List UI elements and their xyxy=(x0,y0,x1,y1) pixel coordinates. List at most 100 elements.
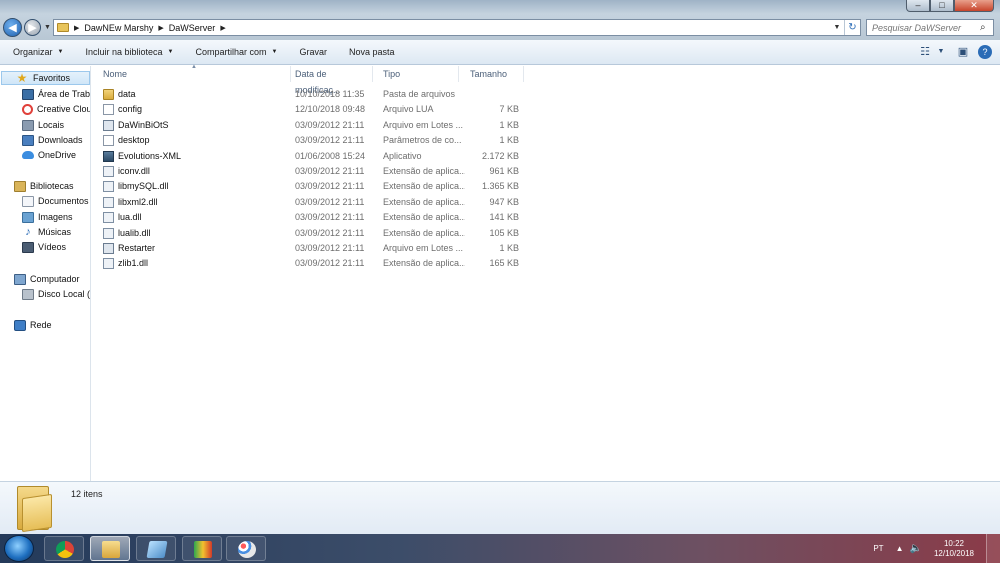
address-bar[interactable]: ▶ DawNEw Marshy ▶ DaWServer ▶ ▼ ↻ xyxy=(53,19,861,36)
file-row[interactable]: Evolutions-XML 01/06/2008 15:24 Aplicativo… xyxy=(92,149,522,164)
burn-label: Gravar xyxy=(299,47,327,57)
taskbar-explorer-button[interactable] xyxy=(90,536,130,561)
nav-onedrive[interactable]: OneDrive xyxy=(0,148,76,162)
column-header-size[interactable]: Tamanho xyxy=(459,66,524,82)
clock[interactable]: 10:22 12/10/2018 xyxy=(934,539,974,559)
nav-images[interactable]: Imagens xyxy=(0,210,73,224)
back-arrow-icon: ◀ xyxy=(8,22,17,34)
file-row[interactable]: DaWinBiOtS 03/09/2012 21:11 Arquivo em Lot… xyxy=(92,118,522,133)
nav-network[interactable]: Rede xyxy=(0,318,52,332)
nav-label: Downloads xyxy=(38,135,83,145)
file-row[interactable]: Restarter 03/09/2012 21:11 Arquivo em Lote… xyxy=(92,241,522,256)
new-folder-button[interactable]: Nova pasta xyxy=(336,47,404,57)
file-row[interactable]: zlib1.dll 03/09/2012 21:11 Extensão de apl… xyxy=(92,256,522,271)
close-button[interactable]: ✕ xyxy=(954,0,994,12)
view-options-icon[interactable]: ☷ xyxy=(918,45,932,59)
nav-label: Rede xyxy=(30,320,52,330)
taskbar-app-button[interactable] xyxy=(136,536,176,561)
file-row[interactable]: data 10/10/2018 11:35 Pasta de arquivos xyxy=(92,87,522,102)
nav-favorites[interactable]: ★ Favoritos xyxy=(1,71,90,85)
nav-documents[interactable]: Documentos xyxy=(0,194,89,208)
chevron-down-icon: ▼ xyxy=(57,49,64,55)
documents-icon xyxy=(22,195,34,207)
file-type: Arquivo LUA xyxy=(383,104,434,115)
search-input[interactable] xyxy=(872,22,980,33)
file-date: 03/09/2012 21:11 xyxy=(295,258,365,269)
help-icon[interactable]: ? xyxy=(978,45,992,59)
file-row[interactable]: lua.dll 03/09/2012 21:11 Extensão de aplic… xyxy=(92,210,522,225)
burn-button[interactable]: Gravar xyxy=(286,47,336,57)
volume-icon[interactable]: 🔈 xyxy=(910,543,922,554)
file-date: 12/10/2018 09:48 xyxy=(295,104,366,115)
nav-label: Favoritos xyxy=(33,73,71,83)
include-library-button[interactable]: Incluir na biblioteca ▼ xyxy=(72,47,182,57)
search-box[interactable]: ⌕ xyxy=(866,19,994,36)
file-name: lualib.dll xyxy=(118,227,151,238)
organize-menu-button[interactable]: Organizar ▼ xyxy=(0,47,72,57)
nav-videos[interactable]: Vídeos xyxy=(0,240,66,254)
show-hidden-icons-icon[interactable]: ▲ xyxy=(896,544,904,553)
folder-icon xyxy=(17,486,57,533)
show-desktop-button[interactable] xyxy=(986,534,1000,563)
back-button[interactable]: ◀ xyxy=(3,18,22,37)
nav-computer[interactable]: Computador xyxy=(0,272,80,286)
file-explorer-icon xyxy=(102,541,120,558)
file-row[interactable]: libxml2.dll 03/09/2012 21:11 Extensão de a… xyxy=(92,195,522,210)
file-row[interactable]: iconv.dll 03/09/2012 21:11 Extensão de apl… xyxy=(92,164,522,179)
minimize-button[interactable]: – xyxy=(906,0,930,12)
file-type: Extensão de aplica... xyxy=(383,212,465,223)
breadcrumb-separator-icon[interactable]: ▶ xyxy=(158,24,163,32)
file-size: 1 KB xyxy=(499,135,519,146)
file-name-cell: Evolutions-XML xyxy=(103,149,288,164)
batch-file-icon xyxy=(103,243,114,254)
share-with-button[interactable]: Compartilhar com ▼ xyxy=(182,47,286,57)
file-list: ▲ Nome Data de modificaç... Tipo Tamanho… xyxy=(92,64,1000,481)
file-row[interactable]: config 12/10/2018 09:48 Arquivo LUA 7 KB xyxy=(92,102,522,117)
taskbar-paint-button[interactable] xyxy=(226,536,266,561)
file-row[interactable]: lualib.dll 03/09/2012 21:11 Extensão de ap… xyxy=(92,226,522,241)
nav-music[interactable]: ♪ Músicas xyxy=(0,225,71,239)
images-icon xyxy=(22,211,34,223)
breadcrumb-dawnew-marshy[interactable]: DawNEw Marshy xyxy=(84,23,153,33)
refresh-icon[interactable]: ↻ xyxy=(844,20,860,35)
nav-label: Imagens xyxy=(38,212,73,222)
breadcrumb-dawserver[interactable]: DaWServer xyxy=(169,23,216,33)
file-name-cell: config xyxy=(103,102,288,117)
system-tray: PT ▲ 🔈 10:22 12/10/2018 xyxy=(873,534,1000,563)
file-size: 961 KB xyxy=(489,166,519,176)
nav-creative-cloud[interactable]: Creative Clou xyxy=(0,102,90,116)
include-library-label: Incluir na biblioteca xyxy=(85,47,163,57)
file-row[interactable]: desktop 03/09/2012 21:11 Parâmetros de co.… xyxy=(92,133,522,148)
file-name: data xyxy=(118,89,136,99)
column-header-date[interactable]: Data de modificaç... xyxy=(284,66,373,95)
breadcrumb-separator-icon[interactable]: ▶ xyxy=(220,24,225,32)
chrome-icon xyxy=(56,541,74,558)
taskbar-chrome-button[interactable] xyxy=(44,536,84,561)
forward-button[interactable]: ▶ xyxy=(24,19,41,36)
nav-label: Documentos xyxy=(38,196,89,206)
taskbar-game-button[interactable] xyxy=(182,536,222,561)
navigation-pane: ★ Favoritos Área de Traba Creative Clou L… xyxy=(0,66,91,481)
recent-pages-dropdown-icon[interactable]: ▼ xyxy=(44,24,51,31)
search-icon[interactable]: ⌕ xyxy=(980,22,986,33)
nav-places[interactable]: Locais xyxy=(0,118,64,132)
file-type: Extensão de aplica... xyxy=(383,196,465,207)
file-row[interactable]: libmySQL.dll 03/09/2012 21:11 Extensão de … xyxy=(92,179,522,194)
file-name: desktop xyxy=(118,135,150,146)
file-size: 7 KB xyxy=(499,104,519,115)
address-history-dropdown-icon[interactable]: ▼ xyxy=(830,24,844,31)
column-header-name[interactable]: Nome xyxy=(92,66,291,82)
nav-downloads[interactable]: Downloads xyxy=(0,133,83,147)
maximize-button[interactable]: □ xyxy=(930,0,954,12)
notepad-icon xyxy=(146,541,168,558)
nav-desktop[interactable]: Área de Traba xyxy=(0,87,90,101)
breadcrumb-separator-icon[interactable]: ▶ xyxy=(74,24,79,32)
view-dropdown-icon[interactable]: ▼ xyxy=(934,45,948,59)
language-indicator[interactable]: PT xyxy=(873,544,883,553)
nav-local-disk[interactable]: Disco Local (C xyxy=(0,287,90,301)
start-button[interactable] xyxy=(4,535,34,562)
preview-pane-icon[interactable]: ▣ xyxy=(956,45,970,59)
column-header-type[interactable]: Tipo xyxy=(372,66,459,82)
document-icon xyxy=(103,104,114,116)
nav-libraries[interactable]: Bibliotecas xyxy=(0,179,74,193)
